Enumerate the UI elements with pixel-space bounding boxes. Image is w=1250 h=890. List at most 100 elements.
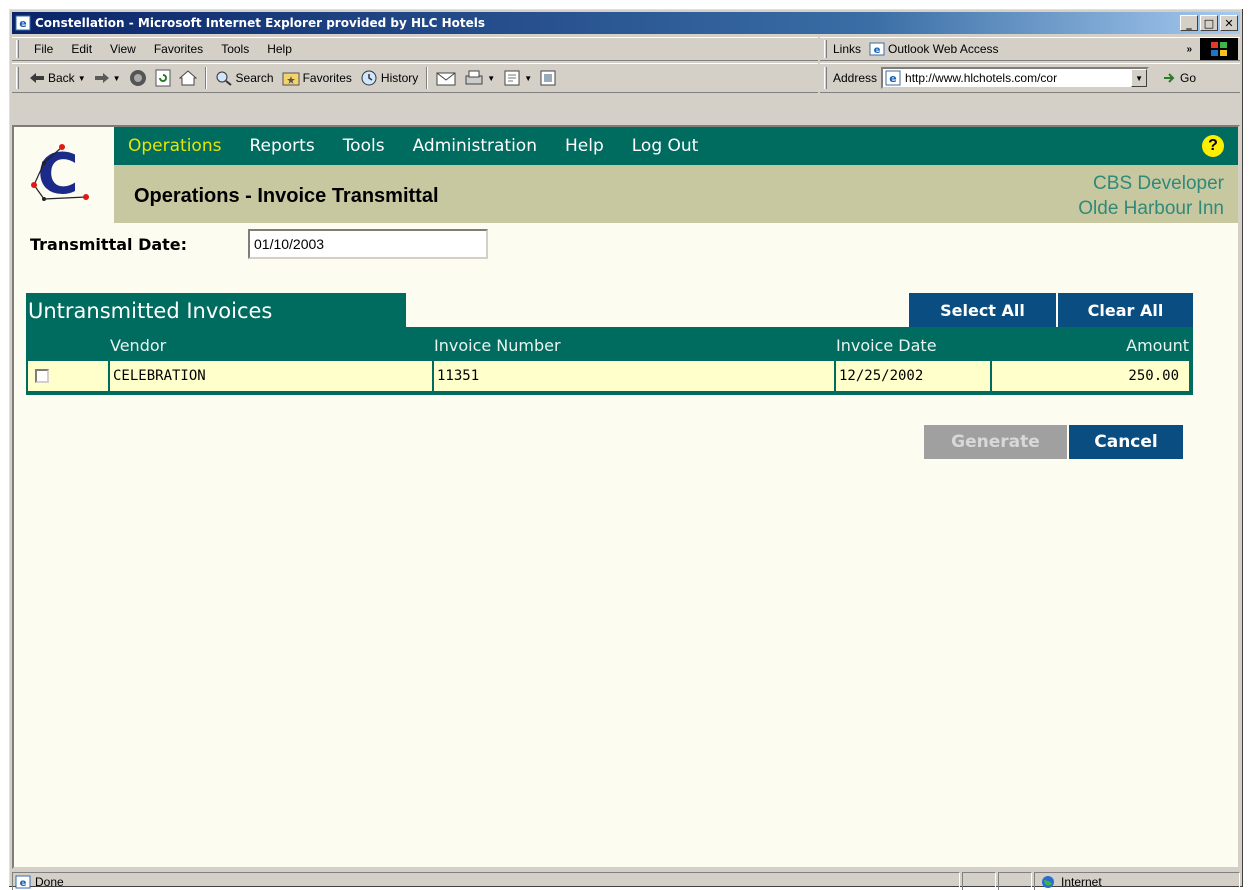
go-button[interactable]: Go [1163,71,1196,85]
status-bar: e Done Internet [12,871,1240,890]
search-button[interactable]: Search [211,70,278,86]
history-label: History [380,71,419,85]
menu-tools[interactable]: Tools [212,42,258,56]
discuss-icon [540,70,556,86]
untransmitted-invoices-title: Untransmitted Invoices [26,293,406,329]
mail-icon [436,72,456,86]
back-dropdown-icon[interactable]: ▼ [78,74,86,83]
row-checkbox[interactable] [35,369,49,383]
page-title: Operations - Invoice Transmittal [134,185,439,207]
links-more-chevron[interactable]: » [1186,44,1192,55]
status-text: Done [35,875,64,889]
toolbar-grip [824,40,827,58]
go-label: Go [1180,71,1197,85]
stop-button[interactable] [125,69,151,87]
status-cell [998,872,1032,890]
column-invoice-date: Invoice Date [836,335,937,355]
table-row: CELEBRATION 11351 12/25/2002 250.00 [28,361,1191,393]
page-icon: e [885,70,901,86]
toolbar-grip [824,67,827,89]
menu-favorites[interactable]: Favorites [145,42,212,56]
nav-operations[interactable]: Operations [114,136,235,156]
address-dropdown-icon[interactable]: ▼ [1131,69,1148,87]
column-amount: Amount [1126,335,1189,355]
transmittal-date-input[interactable]: 01/10/2003 [248,229,488,259]
menu-help[interactable]: Help [258,42,301,56]
back-button[interactable]: Back ▼ [25,71,90,85]
app-nav-bar: Operations Reports Tools Administration … [114,127,1238,165]
history-button[interactable]: History [356,70,422,86]
row-select-cell [28,361,108,391]
invoice-number-cell: 11351 [434,361,834,391]
cancel-button[interactable]: Cancel [1069,425,1183,459]
windows-logo-icon [1200,38,1238,60]
invoice-date-cell: 12/25/2002 [836,361,990,391]
home-icon [178,70,197,86]
page-header: Operations - Invoice Transmittal CBS Dev… [114,165,1238,223]
svg-text:e: e [20,878,27,889]
standard-toolbar: Back ▼ ▼ Search Favorites History ▼ ▼ [12,63,818,93]
nav-tools[interactable]: Tools [329,136,399,156]
nav-administration[interactable]: Administration [399,136,551,156]
nav-log-out[interactable]: Log Out [618,136,713,156]
toolbar-grip [16,67,19,89]
content-spacer [12,95,1240,125]
refresh-button[interactable] [151,69,175,87]
property-name: Olde Harbour Inn [1078,198,1224,219]
print-icon [465,70,483,85]
minimize-button[interactable]: _ [1180,15,1198,31]
search-label: Search [235,71,274,85]
links-label: Links [833,42,862,56]
user-name: CBS Developer [1093,173,1224,194]
links-bar: Links e Outlook Web Access » [820,37,1240,61]
select-all-button[interactable]: Select All [908,293,1056,327]
forward-arrow-icon [94,73,109,83]
address-label: Address [833,71,878,85]
status-cell [962,872,996,890]
menu-edit[interactable]: Edit [62,42,101,56]
clear-all-button[interactable]: Clear All [1057,293,1193,327]
edit-dropdown-icon[interactable]: ▼ [524,74,532,83]
print-dropdown-icon[interactable]: ▼ [487,74,495,83]
outlook-link-icon: e [869,42,885,56]
favorites-label: Favorites [302,71,352,85]
edit-page-icon [504,70,520,86]
refresh-icon [155,69,171,87]
page-done-icon: e [15,875,31,889]
help-icon[interactable]: ? [1202,135,1224,157]
discuss-button[interactable] [536,70,560,86]
forward-dropdown-icon[interactable]: ▼ [113,74,121,83]
vendor-cell: CELEBRATION [110,361,432,391]
security-zone: Internet [1034,872,1240,890]
title-bar: e Constellation - Microsoft Internet Exp… [12,12,1240,34]
maximize-button[interactable]: □ [1200,15,1218,31]
home-button[interactable] [175,70,201,86]
stop-icon [129,70,146,86]
ie-icon: e [15,15,31,31]
nav-help[interactable]: Help [551,136,618,156]
user-info: CBS Developer Olde Harbour Inn [1078,171,1224,221]
column-vendor: Vendor [110,335,167,355]
outlook-web-access-link[interactable]: Outlook Web Access [888,42,999,56]
svg-text:e: e [889,72,896,85]
mail-button[interactable] [432,70,460,86]
nav-reports[interactable]: Reports [235,136,328,156]
forward-button[interactable]: ▼ [90,72,125,84]
address-input[interactable]: e http://www.hlchotels.com/cor ▼ [881,67,1150,89]
toolbar-separator [204,67,207,89]
favorites-button[interactable]: Favorites [278,70,356,86]
zone-label: Internet [1061,875,1102,889]
search-icon [216,71,232,86]
globe-icon [1042,876,1054,888]
toolbar-separator [426,67,429,89]
transmittal-date-label: Transmittal Date: [30,235,188,254]
close-button[interactable]: ✕ [1220,15,1238,31]
amount-cell: 250.00 [992,361,1189,391]
address-url: http://www.hlchotels.com/cor [905,71,1058,85]
menu-view[interactable]: View [101,42,145,56]
edit-button[interactable]: ▼ [499,70,536,86]
generate-button[interactable]: Generate [924,425,1068,459]
favorites-folder-icon [282,72,300,86]
print-button[interactable]: ▼ [460,70,499,86]
menu-file[interactable]: File [25,42,62,56]
